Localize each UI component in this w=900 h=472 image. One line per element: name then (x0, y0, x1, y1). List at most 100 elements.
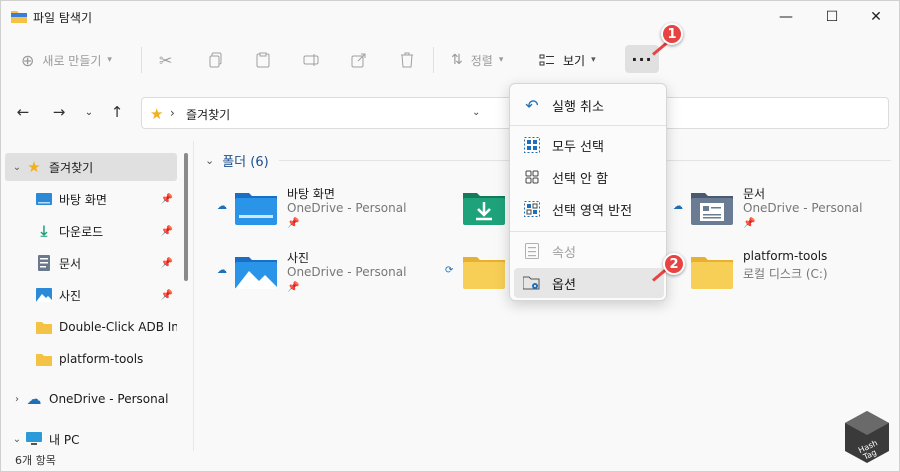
back-button[interactable]: ← (13, 101, 33, 123)
menu-item-invert-selection[interactable]: 선택 영역 반전 (514, 194, 664, 224)
new-button[interactable]: ⊕ 새로 만들기 ▾ (21, 45, 112, 75)
sidebar-item-label: 다운로드 (59, 224, 104, 239)
step-badge-1: 1 (661, 23, 683, 45)
sidebar-item-label: 내 PC (49, 432, 80, 447)
pin-icon: 📌 (287, 282, 300, 293)
menu-item-label: 모두 선택 (552, 139, 604, 155)
sidebar-item-desktop[interactable]: 바탕 화면 📌 (5, 185, 177, 213)
pin-icon: 📌 (160, 225, 173, 237)
folder-location: OneDrive - Personal (287, 201, 407, 215)
folder-tile-pictures[interactable]: ☁ 사진 OneDrive - Personal 📌 (217, 247, 437, 303)
cut-button[interactable]: ✂ (159, 45, 172, 75)
sidebar-item-onedrive[interactable]: › ☁ OneDrive - Personal (5, 385, 177, 413)
select-all-icon (522, 136, 542, 154)
forward-button[interactable]: → (49, 101, 69, 123)
folder-name: 바탕 화면 (287, 187, 335, 201)
arrow-up-icon: ↑ (110, 103, 124, 121)
sidebar-item-label: 바탕 화면 (59, 192, 107, 207)
select-none-icon (522, 168, 542, 186)
sidebar-item-documents[interactable]: 문서 📌 (5, 249, 177, 277)
pictures-folder-icon (235, 257, 277, 289)
menu-item-label: 옵션 (552, 277, 576, 293)
menu-item-select-none[interactable]: 선택 안 함 (514, 162, 664, 192)
folder-location: OneDrive - Personal (743, 201, 863, 215)
properties-icon (522, 242, 542, 260)
chevron-down-icon: ⌄ (205, 154, 215, 167)
chevron-right-icon: › (170, 106, 175, 120)
menu-item-undo[interactable]: ↶ 실행 취소 (514, 90, 664, 120)
view-button[interactable]: 보기 ▾ (539, 45, 596, 75)
rename-button[interactable] (303, 45, 319, 75)
plus-circle-icon: ⊕ (21, 50, 35, 70)
sort-button[interactable]: ⇅ 정렬 ▾ (451, 45, 503, 75)
title-bar: 파일 탐색기 — ☐ ✕ (1, 1, 900, 33)
paste-button[interactable] (255, 45, 271, 75)
sidebar-item-downloads[interactable]: ⤓ 다운로드 📌 (5, 217, 177, 245)
recent-locations-button[interactable]: ⌄ (79, 101, 99, 123)
options-icon (522, 274, 542, 292)
sidebar-item-label: 즐겨찾기 (49, 160, 94, 175)
scissors-icon: ✂ (159, 50, 173, 70)
command-bar: ⊕ 새로 만들기 ▾ ✂ ⇅ 정렬 ▾ 보기 ▾ (1, 37, 900, 83)
share-icon (351, 53, 366, 68)
folder-tile-documents[interactable]: ☁ 문서 OneDrive - Personal 📌 (673, 183, 893, 239)
sidebar-item-label: platform-tools (59, 352, 144, 366)
menu-item-properties[interactable]: 속성 (514, 236, 664, 266)
copy-button[interactable] (208, 45, 224, 75)
cloud-sync-icon: ☁ (673, 201, 683, 212)
sidebar-scrollbar[interactable] (184, 153, 188, 281)
sidebar-item-platform-tools[interactable]: platform-tools (5, 345, 177, 373)
menu-item-select-all[interactable]: 모두 선택 (514, 130, 664, 160)
maximize-button[interactable]: ☐ (809, 1, 855, 33)
step-badge-2: 2 (663, 253, 685, 275)
minimize-button[interactable]: — (763, 1, 809, 33)
cloud-sync-icon: ☁ (217, 265, 227, 276)
folder-tile-adb-installer[interactable]: ⟳ (445, 247, 505, 303)
menu-item-label: 선택 영역 반전 (552, 203, 633, 219)
view-icon (539, 54, 554, 66)
chevron-down-icon[interactable]: ⌄ (472, 107, 480, 118)
documents-folder-icon (691, 193, 733, 225)
chevron-down-icon: ▾ (498, 55, 504, 65)
folder-icon (35, 319, 53, 335)
sidebar-item-label: Double-Click ADB Ins (59, 320, 177, 334)
pin-icon: 📌 (287, 218, 300, 229)
folder-name: platform-tools (743, 249, 828, 263)
delete-button[interactable] (399, 45, 415, 75)
picture-icon (35, 287, 53, 303)
folder-tile-platform-tools[interactable]: platform-tools 로컬 디스크 (C:) (673, 247, 893, 303)
menu-item-options[interactable]: 옵션 (514, 268, 664, 298)
sidebar-item-this-pc[interactable]: ⌄ 내 PC (5, 425, 177, 453)
folder-tile-desktop[interactable]: ☁ 바탕 화면 OneDrive - Personal 📌 (217, 183, 437, 239)
chevron-down-icon: ▾ (591, 55, 596, 65)
folder-tile-downloads[interactable] (445, 183, 505, 239)
star-icon: ★ (27, 158, 41, 176)
undo-icon: ↶ (525, 95, 539, 115)
close-button[interactable]: ✕ (853, 1, 899, 33)
chevron-down-icon[interactable]: ⌄ (9, 434, 25, 445)
sync-icon: ⟳ (445, 265, 454, 276)
folder-icon (35, 351, 53, 367)
chevron-right-icon[interactable]: › (9, 394, 25, 405)
chevron-down-icon[interactable]: ⌄ (9, 162, 25, 173)
folder-icon (691, 257, 733, 289)
share-button[interactable] (351, 45, 367, 75)
menu-divider (510, 125, 666, 126)
navigation-pane: ⌄ ★ 즐겨찾기 바탕 화면 📌 ⤓ 다운로드 📌 문서 📌 사진 📌 Doub… (1, 147, 193, 451)
sidebar-item-adb-installer[interactable]: Double-Click ADB Ins (5, 313, 177, 341)
up-button[interactable]: ↑ (107, 101, 127, 123)
file-explorer-window: 파일 탐색기 — ☐ ✕ ⊕ 새로 만들기 ▾ ✂ ⇅ 정렬 ▾ 보기 ▾ ··… (0, 0, 900, 472)
desktop-folder-icon (235, 193, 277, 225)
sidebar-item-favorites[interactable]: ⌄ ★ 즐겨찾기 (5, 153, 177, 181)
sidebar-item-pictures[interactable]: 사진 📌 (5, 281, 177, 309)
see-more-button[interactable]: ··· (625, 45, 659, 73)
pin-icon: 📌 (160, 289, 173, 301)
sort-label: 정렬 (470, 53, 493, 68)
paste-icon (256, 52, 270, 68)
cloud-icon: ☁ (26, 390, 42, 408)
folders-group-header[interactable]: ⌄ 폴더 (6) (205, 151, 269, 170)
invert-selection-icon (522, 200, 542, 218)
pin-icon: 📌 (743, 218, 756, 229)
pin-icon: 📌 (160, 257, 173, 269)
folder-name: 문서 (743, 187, 766, 201)
